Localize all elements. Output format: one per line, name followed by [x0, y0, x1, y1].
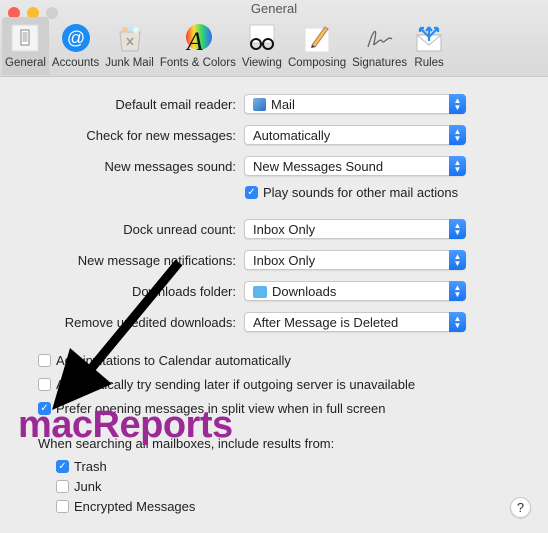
- tab-accounts[interactable]: @ Accounts: [49, 17, 102, 75]
- tab-general[interactable]: General: [2, 17, 49, 75]
- check-messages-select[interactable]: Automatically ▲ ▼: [244, 125, 466, 145]
- dock-count-row: Dock unread count: Inbox Only ▲ ▼: [0, 219, 548, 241]
- remove-downloads-label: Remove unedited downloads:: [64, 315, 236, 330]
- default-reader-select[interactable]: Mail ▲ ▼: [244, 94, 466, 114]
- check-messages-row: Check for new messages: Automatically ▲ ▼: [0, 125, 548, 147]
- tab-junk-mail[interactable]: Junk Mail: [102, 17, 157, 75]
- svg-text:@: @: [66, 28, 84, 48]
- default-reader-label: Default email reader:: [115, 97, 236, 112]
- dock-count-label: Dock unread count:: [123, 222, 236, 237]
- envelope-arrows-icon: [413, 22, 445, 54]
- remove-downloads-select[interactable]: After Message is Deleted ▲ ▼: [244, 312, 466, 332]
- tab-signatures[interactable]: Signatures: [349, 17, 410, 75]
- check-messages-label: Check for new messages:: [86, 128, 236, 143]
- at-sign-icon: @: [60, 22, 92, 54]
- downloads-folder-row: Downloads folder: Downloads ▲ ▼: [0, 281, 548, 303]
- window-title: General: [250, 1, 298, 16]
- chevron-updown-icon: ▲ ▼: [449, 94, 466, 114]
- tab-composing[interactable]: Composing: [285, 17, 349, 75]
- sound-select[interactable]: New Messages Sound ▲ ▼: [244, 156, 466, 176]
- search-junk-checkbox[interactable]: [56, 480, 69, 493]
- tab-viewing[interactable]: Viewing: [239, 17, 285, 75]
- chevron-updown-icon: ▲ ▼: [449, 281, 466, 301]
- notifications-select[interactable]: Inbox Only ▲ ▼: [244, 250, 466, 270]
- search-trash-checkbox[interactable]: ✓: [56, 460, 69, 473]
- sound-row: New messages sound: New Messages Sound ▲…: [0, 156, 548, 178]
- downloads-folder-label: Downloads folder:: [131, 284, 236, 299]
- search-encrypted-row[interactable]: Encrypted Messages: [56, 499, 195, 514]
- search-trash-row[interactable]: ✓ Trash: [56, 459, 107, 474]
- add-invitations-checkbox[interactable]: [38, 354, 51, 367]
- watermark-text: macReports: [18, 404, 233, 446]
- tab-fonts-colors[interactable]: A Fonts & Colors: [157, 17, 239, 75]
- search-junk-row[interactable]: Junk: [56, 479, 101, 494]
- trash-bin-icon: [114, 22, 146, 54]
- downloads-folder-select[interactable]: Downloads ▲ ▼: [244, 281, 466, 301]
- svg-text:A: A: [185, 27, 203, 53]
- tab-rules[interactable]: Rules: [410, 17, 448, 75]
- search-encrypted-checkbox[interactable]: [56, 500, 69, 513]
- preferences-toolbar: General @ Accounts Junk Mail A Fonts & C…: [2, 17, 448, 75]
- signature-icon: [364, 22, 396, 54]
- help-button[interactable]: ?: [510, 497, 531, 518]
- try-later-checkbox[interactable]: [38, 378, 51, 391]
- glasses-icon: [246, 22, 278, 54]
- chevron-updown-icon: ▲ ▼: [449, 250, 466, 270]
- notifications-label: New message notifications:: [77, 253, 236, 268]
- notifications-row: New message notifications: Inbox Only ▲ ▼: [0, 250, 548, 272]
- remove-downloads-row: Remove unedited downloads: After Message…: [0, 312, 548, 334]
- chevron-updown-icon: ▲ ▼: [449, 156, 466, 176]
- add-invitations-row[interactable]: Add invitations to Calendar automaticall…: [38, 353, 291, 368]
- folder-icon: [253, 285, 267, 298]
- play-sounds-checkbox-row[interactable]: ✓ Play sounds for other mail actions: [245, 185, 458, 200]
- pencil-paper-icon: [301, 22, 333, 54]
- window-titlebar: General General @ Accounts Junk Mail A F…: [0, 0, 548, 77]
- general-switch-icon: [9, 22, 41, 54]
- try-later-row[interactable]: Automatically try sending later if outgo…: [38, 377, 415, 392]
- sound-label: New messages sound:: [104, 159, 236, 174]
- chevron-updown-icon: ▲ ▼: [449, 219, 466, 239]
- mail-app-icon: [253, 98, 266, 111]
- default-reader-row: Default email reader: Mail ▲ ▼: [0, 94, 548, 116]
- chevron-updown-icon: ▲ ▼: [449, 125, 466, 145]
- color-wheel-font-icon: A: [182, 22, 214, 54]
- dock-count-select[interactable]: Inbox Only ▲ ▼: [244, 219, 466, 239]
- play-sounds-checkbox[interactable]: ✓: [245, 186, 258, 199]
- chevron-updown-icon: ▲ ▼: [449, 312, 466, 332]
